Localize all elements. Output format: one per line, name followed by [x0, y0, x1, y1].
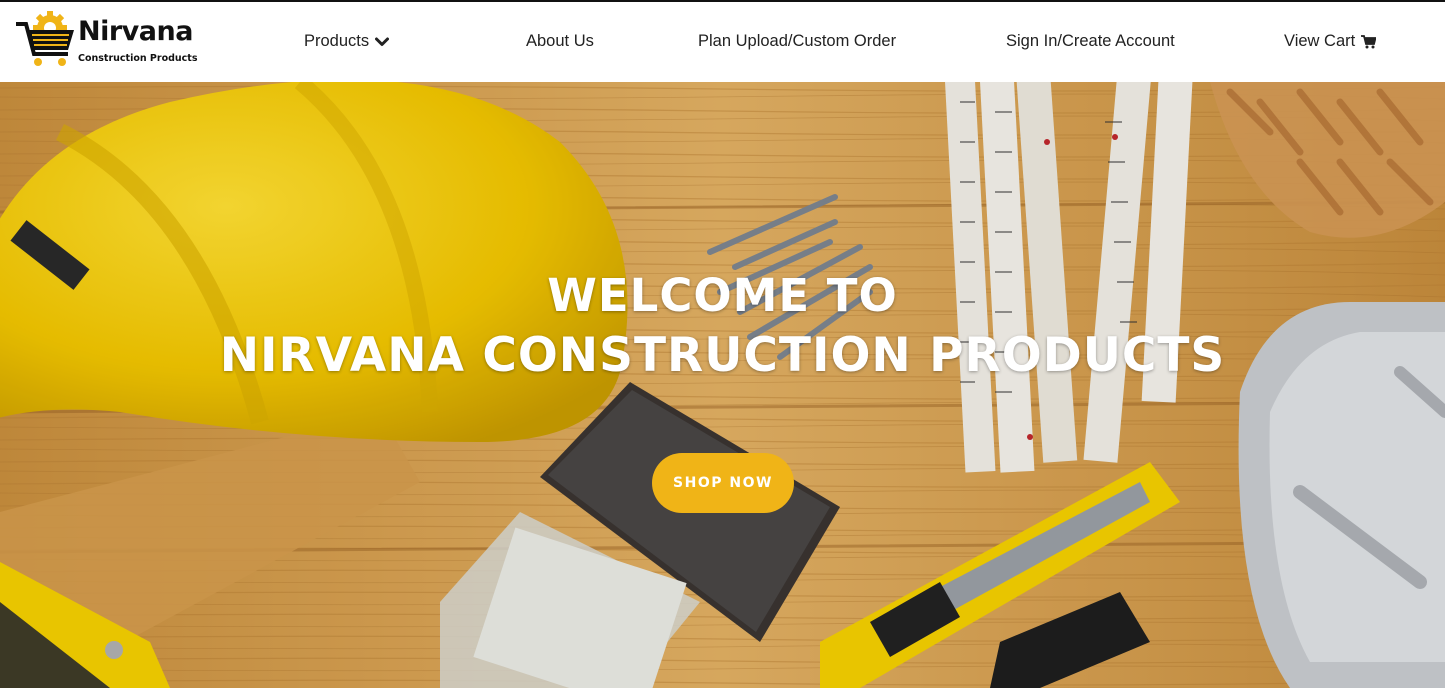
- nav-signin[interactable]: Sign In/Create Account: [1006, 32, 1175, 51]
- hero-background-image: [0, 82, 1445, 688]
- nav-about[interactable]: About Us: [526, 32, 594, 51]
- hero-title-line1: WELCOME TO: [547, 269, 898, 322]
- brand-logo-link[interactable]: Nirvana Construction Products: [14, 8, 198, 72]
- hero-banner: WELCOME TO NIRVANA CONSTRUCTION PRODUCTS…: [0, 82, 1445, 688]
- nav-view-cart[interactable]: View Cart: [1284, 32, 1377, 51]
- cart-gear-logo-icon: [16, 11, 74, 66]
- nav-signin-label: Sign In/Create Account: [1006, 32, 1175, 50]
- nav-products[interactable]: Products: [304, 32, 390, 51]
- nav-plan-upload[interactable]: Plan Upload/Custom Order: [698, 32, 896, 51]
- brand-tagline: Construction Products: [78, 53, 198, 64]
- brand-name: Nirvana: [78, 16, 193, 47]
- nav-cart-label: View Cart: [1284, 32, 1356, 50]
- nav-plan-upload-label: Plan Upload/Custom Order: [698, 32, 897, 50]
- site-header: Nirvana Construction Products Products A…: [0, 2, 1445, 82]
- chevron-down-icon: [375, 37, 390, 46]
- nav-about-label: About Us: [526, 32, 594, 50]
- shop-now-button[interactable]: SHOP NOW: [652, 453, 794, 513]
- hero-title-line2: NIRVANA CONSTRUCTION PRODUCTS: [219, 328, 1226, 383]
- shopping-cart-icon: [1361, 34, 1377, 48]
- nav-products-label: Products: [304, 32, 370, 50]
